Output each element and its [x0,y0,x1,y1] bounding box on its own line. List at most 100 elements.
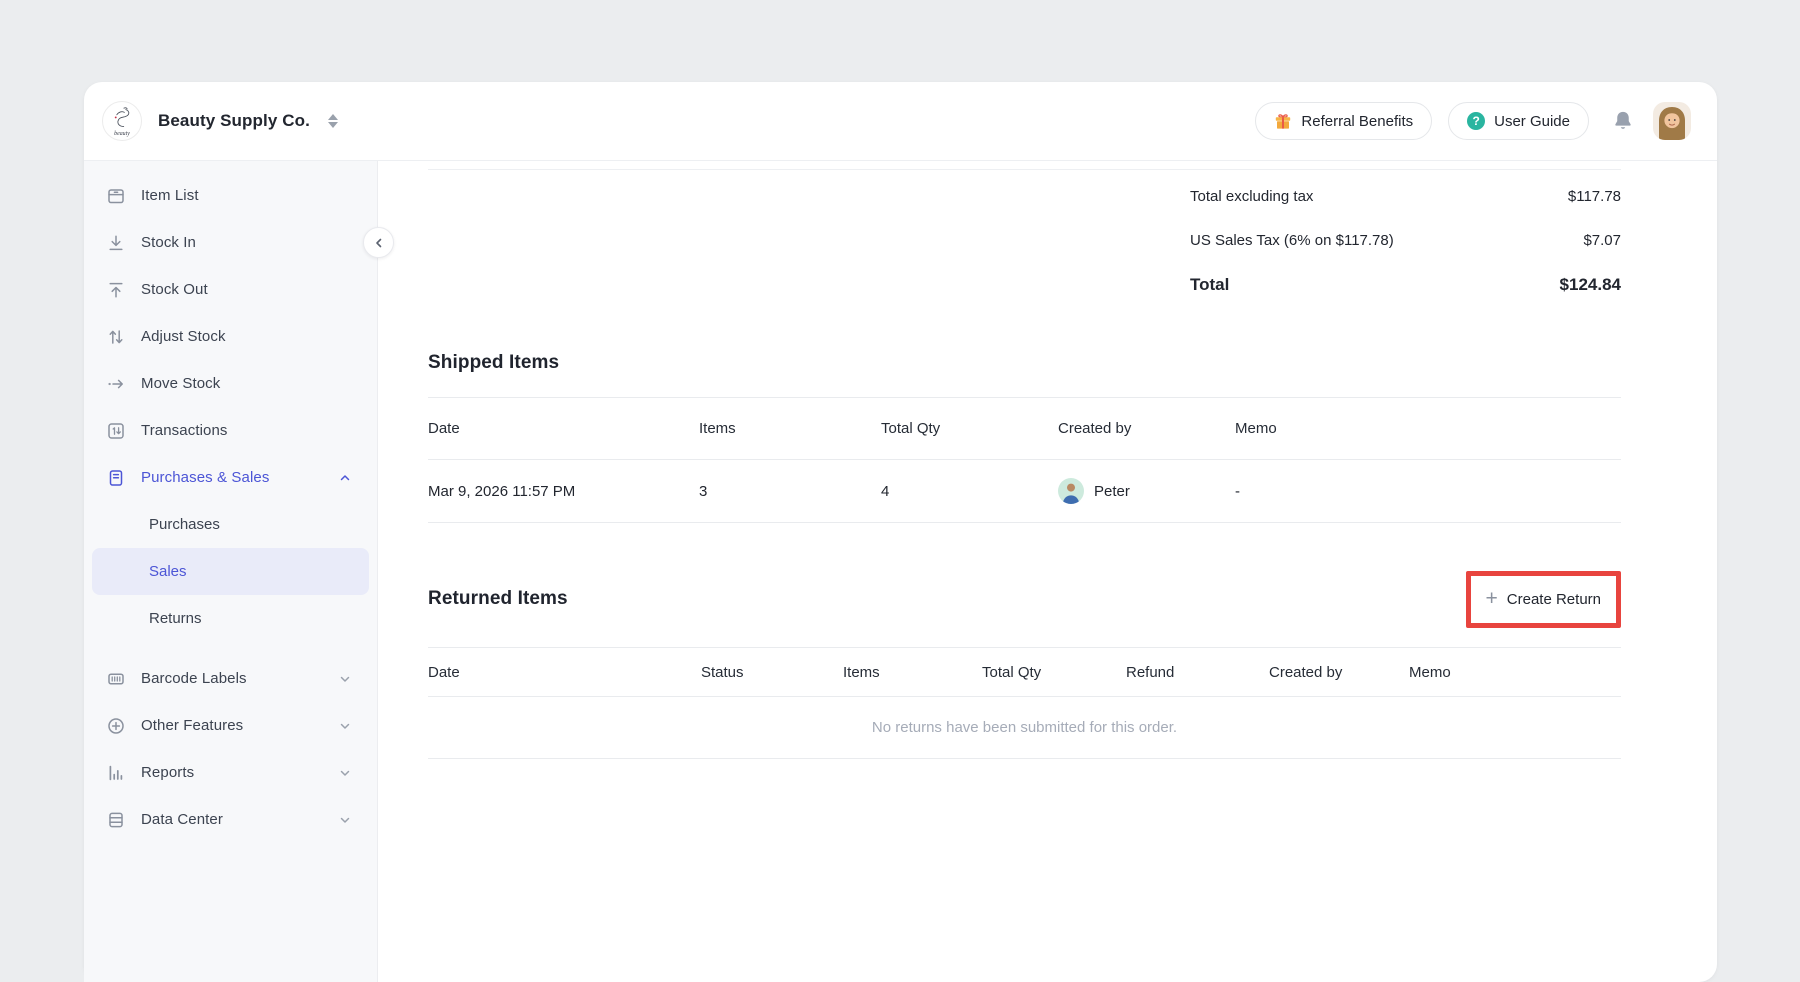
column-header-created-by: Created by [1058,420,1235,437]
chevron-down-icon [339,767,351,779]
total-excluding-tax-value: $117.78 [1568,188,1621,205]
user-guide-button[interactable]: ? User Guide [1448,102,1589,140]
plus-icon: + [1486,588,1498,609]
sidebar-item-purchases-sales[interactable]: Purchases & Sales [84,454,377,501]
shipment-items-count: 3 [699,483,881,500]
create-return-label: Create Return [1507,591,1601,608]
chevron-up-icon [339,472,351,484]
sidebar-item-other-features[interactable]: Other Features [84,702,377,749]
sidebar-item-label: Other Features [141,717,243,734]
sidebar-subitem-label: Returns [149,610,202,627]
sidebar-item-label: Stock Out [141,281,208,298]
returned-items-title: Returned Items [428,588,568,610]
column-header-memo: Memo [1235,420,1621,437]
purchases-sales-icon [106,468,126,488]
bell-icon [1611,109,1635,133]
sidebar-item-item-list[interactable]: Item List [84,172,377,219]
column-header-items: Items [699,420,881,437]
shipped-items-title: Shipped Items [428,352,1621,374]
column-header-date: Date [428,420,699,437]
column-header-total-qty: Total Qty [881,420,1058,437]
user-avatar[interactable] [1653,102,1691,140]
sidebar-item-label: Item List [141,187,199,204]
create-return-button[interactable]: + Create Return [1471,576,1616,623]
column-header-memo: Memo [1409,664,1621,681]
shipped-table-row[interactable]: Mar 9, 2026 11:57 PM 3 4 Peter [428,460,1621,523]
grand-total-label: Total [1190,275,1229,295]
returns-empty-state: No returns have been submitted for this … [428,697,1621,759]
sidebar-item-label: Barcode Labels [141,670,247,687]
order-totals: Total excluding tax $117.78 US Sales Tax… [428,169,1621,308]
sidebar-item-label: Reports [141,764,194,781]
company-switcher[interactable]: beauty Beauty Supply Co. [102,101,338,141]
shipped-items-table: Date Items Total Qty Created by Memo Mar… [428,397,1621,523]
box-icon [106,186,126,206]
sidebar-item-label: Data Center [141,811,223,828]
chevron-down-icon [339,673,351,685]
adjust-stock-icon [106,327,126,347]
chevron-down-icon [339,720,351,732]
app-window: beauty Beauty Supply Co. Referral Ben [84,82,1717,982]
sidebar-item-label: Move Stock [141,375,220,392]
total-excluding-tax-label: Total excluding tax [1190,188,1313,205]
total-excluding-tax-row: Total excluding tax $117.78 [1190,174,1621,218]
sidebar-item-label: Stock In [141,234,196,251]
sidebar-item-adjust-stock[interactable]: Adjust Stock [84,313,377,360]
transactions-icon [106,421,126,441]
company-logo: beauty [102,101,142,141]
sales-tax-value: $7.07 [1583,232,1621,249]
returned-items-section: Returned Items + Create Return Date Stat… [428,570,1621,759]
database-icon [106,810,126,830]
bar-chart-icon [106,763,126,783]
sidebar-subitem-purchases[interactable]: Purchases [92,501,369,548]
sidebar-item-transactions[interactable]: Transactions [84,407,377,454]
move-stock-icon [106,374,126,394]
shipped-table-header: Date Items Total Qty Created by Memo [428,398,1621,460]
red-annotation-box: + Create Return [1466,571,1621,628]
column-header-refund: Refund [1126,664,1269,681]
sidebar-collapse-button[interactable] [363,227,394,258]
sidebar-item-stock-out[interactable]: Stock Out [84,266,377,313]
column-header-date: Date [428,664,701,681]
sidebar-item-move-stock[interactable]: Move Stock [84,360,377,407]
referral-benefits-label: Referral Benefits [1301,113,1413,130]
sidebar-subitem-label: Purchases [149,516,220,533]
order-detail-content: Total excluding tax $117.78 US Sales Tax… [378,161,1717,982]
stock-in-icon [106,233,126,253]
sidebar-item-data-center[interactable]: Data Center [84,796,377,843]
returned-table-header: Date Status Items Total Qty Refund Creat… [428,648,1621,697]
creator-name: Peter [1094,483,1130,500]
column-header-created-by: Created by [1269,664,1409,681]
sidebar-item-reports[interactable]: Reports [84,749,377,796]
grand-total-row: Total $124.84 [1190,262,1621,308]
sidebar-item-label: Adjust Stock [141,328,226,345]
app-header: beauty Beauty Supply Co. Referral Ben [84,82,1717,161]
sidebar-item-barcode-labels[interactable]: Barcode Labels [84,655,377,702]
column-header-total-qty: Total Qty [982,664,1126,681]
sidebar-item-label: Purchases & Sales [141,469,269,486]
notifications-button[interactable] [1611,109,1635,133]
company-name: Beauty Supply Co. [158,111,310,131]
sidebar-item-stock-in[interactable]: Stock In [84,219,377,266]
stock-out-icon [106,280,126,300]
shipment-memo: - [1235,483,1621,500]
barcode-icon [106,669,126,689]
sidebar-item-label: Transactions [141,422,228,439]
question-icon: ? [1467,112,1485,130]
returned-items-table: Date Status Items Total Qty Refund Creat… [428,647,1621,759]
referral-benefits-button[interactable]: Referral Benefits [1255,102,1432,140]
sales-tax-label: US Sales Tax (6% on $117.78) [1190,232,1394,249]
circle-plus-icon [106,716,126,736]
sales-tax-row: US Sales Tax (6% on $117.78) $7.07 [1190,218,1621,262]
user-guide-label: User Guide [1494,113,1570,130]
shipment-date: Mar 9, 2026 11:57 PM [428,483,699,500]
column-header-status: Status [701,664,843,681]
sidebar-subitem-sales[interactable]: Sales [92,548,369,595]
creator-avatar [1058,478,1084,504]
sidebar-subitem-returns[interactable]: Returns [92,595,369,642]
shipped-items-section: Shipped Items Date Items Total Qty Creat… [428,352,1621,523]
logo-word: beauty [114,131,130,137]
returns-empty-message: No returns have been submitted for this … [872,719,1177,736]
sidebar: Item List Stock In Stock Out [84,161,378,982]
company-switch-arrows-icon[interactable] [328,114,338,128]
